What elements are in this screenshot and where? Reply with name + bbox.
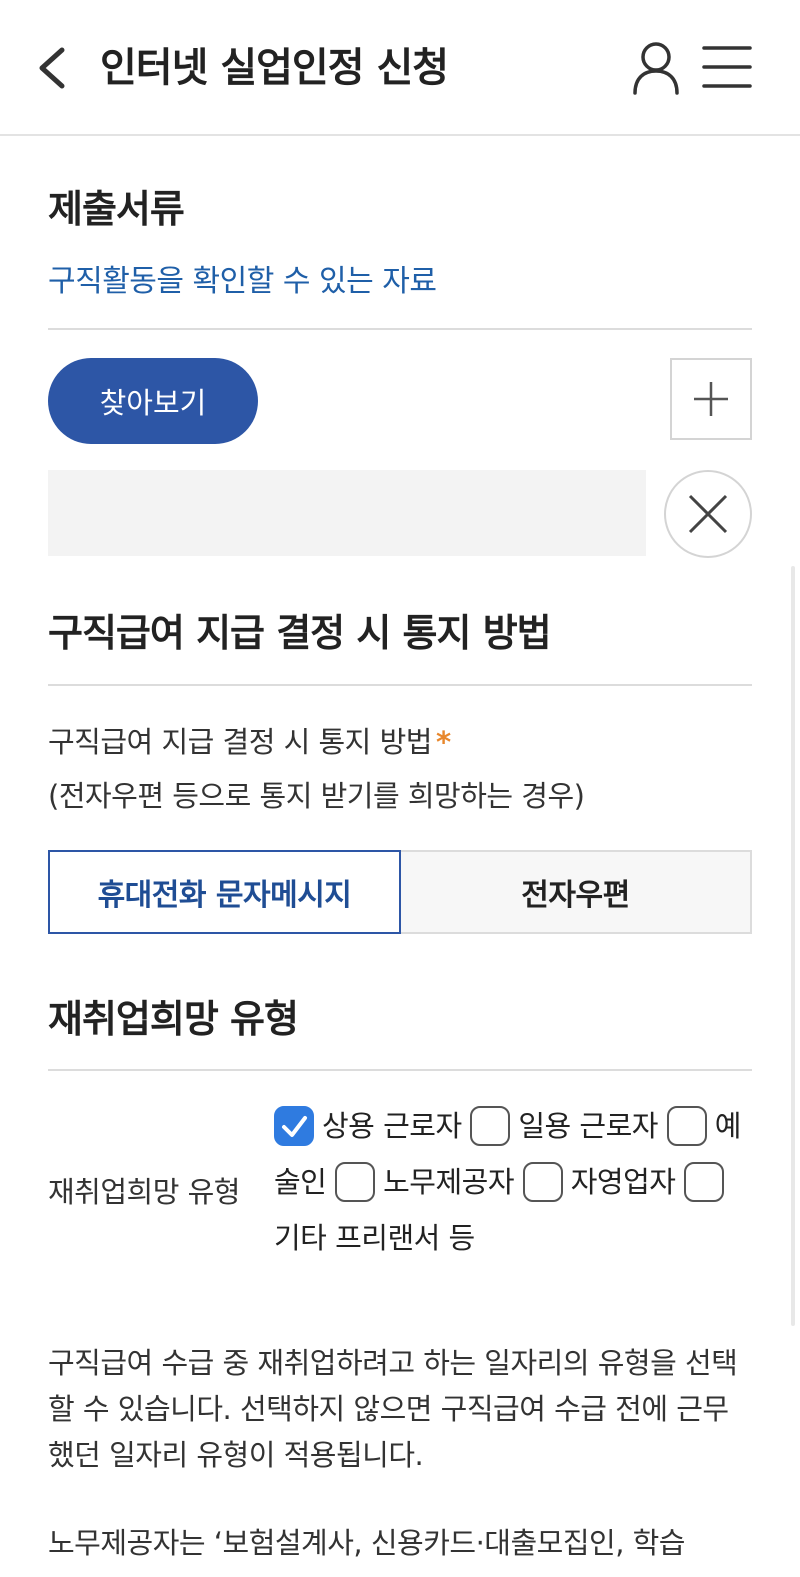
notification-field-label: 구직급여 지급 결정 시 통지 방법 * bbox=[48, 722, 451, 762]
page: 인터넷 실업인정 신청 제출서류 구직활동을 확인할 수 있는 자료 찾아보기 bbox=[0, 0, 800, 1577]
required-mark: * bbox=[435, 725, 451, 759]
user-button[interactable] bbox=[630, 40, 682, 96]
notification-section-title: 구직급여 지급 결정 시 통지 방법 bbox=[48, 611, 552, 655]
app-header: 인터넷 실업인정 신청 bbox=[0, 0, 800, 136]
divider bbox=[48, 328, 752, 330]
checkbox-unchecked-icon bbox=[684, 1162, 725, 1202]
checkbox-regular-worker[interactable]: 상용 근로자 bbox=[274, 1106, 462, 1146]
divider bbox=[48, 1069, 752, 1071]
close-icon bbox=[688, 494, 728, 534]
reemployment-section-title: 재취업희망 유형 bbox=[48, 997, 299, 1041]
reemployment-checkbox-group: 상용 근로자 일용 근로자 예술인 노무제공자 자영업자 기타 프리랜서 등 bbox=[274, 1098, 754, 1266]
file-name-field[interactable] bbox=[48, 470, 646, 556]
checkbox-label: 기타 프리랜서 등 bbox=[274, 1221, 475, 1255]
hamburger-menu-icon bbox=[702, 46, 752, 88]
menu-button[interactable] bbox=[702, 44, 752, 90]
scrollbar[interactable] bbox=[791, 566, 795, 1326]
notification-method-toggle: 휴대전화 문자메시지 전자우편 bbox=[48, 850, 752, 934]
option-sms[interactable]: 휴대전화 문자메시지 bbox=[48, 850, 401, 934]
notification-label-text: 구직급여 지급 결정 시 통지 방법 bbox=[48, 725, 432, 759]
checkbox-unchecked-icon bbox=[522, 1162, 563, 1202]
checkbox-labor-provider[interactable]: 노무제공자 bbox=[335, 1162, 514, 1202]
chevron-left-icon bbox=[39, 47, 65, 89]
page-title: 인터넷 실업인정 신청 bbox=[100, 45, 449, 91]
checkbox-checked-icon bbox=[274, 1106, 314, 1146]
reemployment-description: 구직급여 수급 중 재취업하려고 하는 일자리의 유형을 선택할 수 있습니다.… bbox=[48, 1346, 738, 1472]
option-email[interactable]: 전자우편 bbox=[401, 850, 752, 934]
back-button[interactable] bbox=[30, 40, 74, 96]
checkbox-label: 상용 근로자 bbox=[322, 1109, 462, 1143]
checkbox-unchecked-icon bbox=[666, 1106, 707, 1146]
divider bbox=[48, 684, 752, 686]
documents-section-title: 제출서류 bbox=[48, 187, 185, 231]
documents-subtitle: 구직활동을 확인할 수 있는 자료 bbox=[48, 264, 437, 299]
browse-file-button[interactable]: 찾아보기 bbox=[48, 358, 258, 444]
add-file-button[interactable] bbox=[670, 358, 752, 440]
checkbox-label: 일용 근로자 bbox=[518, 1109, 658, 1143]
notification-hint: (전자우편 등으로 통지 받기를 희망하는 경우) bbox=[48, 779, 585, 813]
checkbox-unchecked-icon bbox=[335, 1162, 376, 1202]
user-icon bbox=[633, 42, 679, 95]
checkbox-unchecked-icon bbox=[470, 1106, 511, 1146]
checkbox-daily-worker[interactable]: 일용 근로자 bbox=[470, 1106, 658, 1146]
reemployment-field-label: 재취업희망 유형 bbox=[48, 1175, 240, 1209]
checkbox-self-employed[interactable]: 자영업자 bbox=[522, 1162, 676, 1202]
remove-file-button[interactable] bbox=[664, 470, 752, 558]
checkbox-label: 자영업자 bbox=[570, 1165, 676, 1199]
plus-icon bbox=[694, 382, 728, 416]
checkbox-label: 노무제공자 bbox=[383, 1165, 514, 1199]
labor-provider-description: 노무제공자는 ‘보험설계사, 신용카드·대출모집인, 학습 bbox=[48, 1526, 686, 1560]
